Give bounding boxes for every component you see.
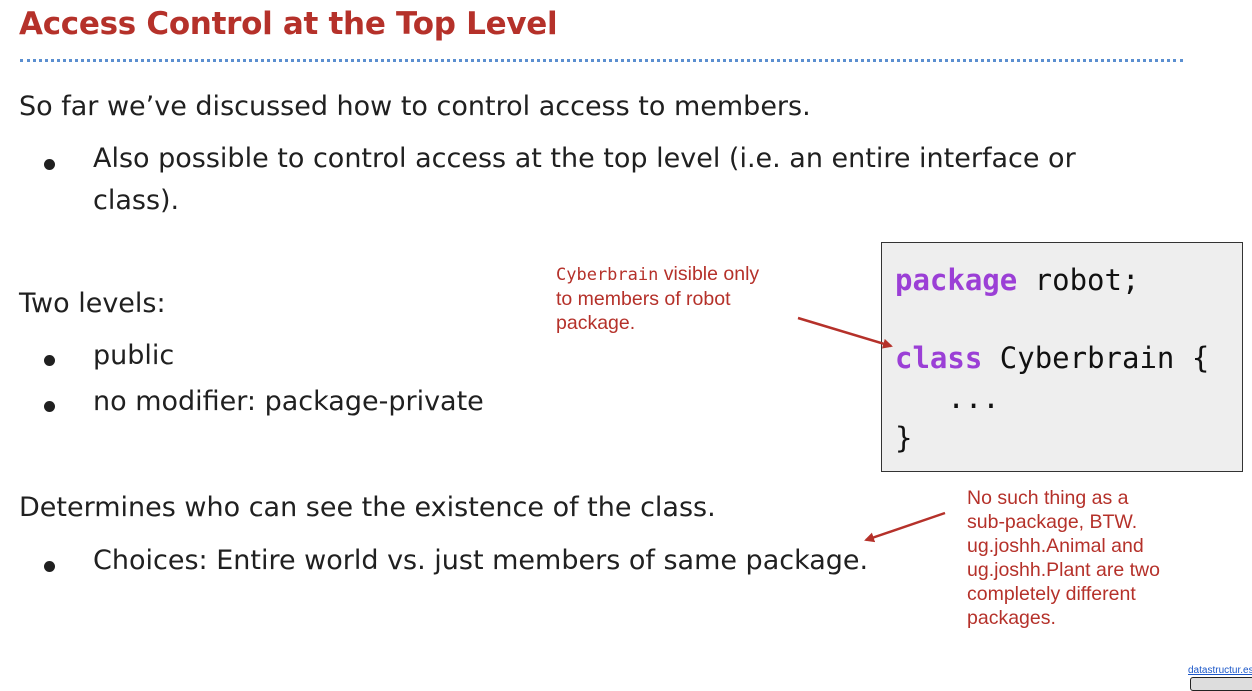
creative-commons-icon [1190, 677, 1252, 691]
arrow-to-choices [864, 511, 946, 543]
arrow-to-code [797, 316, 893, 349]
annotation-arrows [797, 316, 946, 543]
footer-link[interactable]: datastructur.es [1188, 665, 1252, 676]
